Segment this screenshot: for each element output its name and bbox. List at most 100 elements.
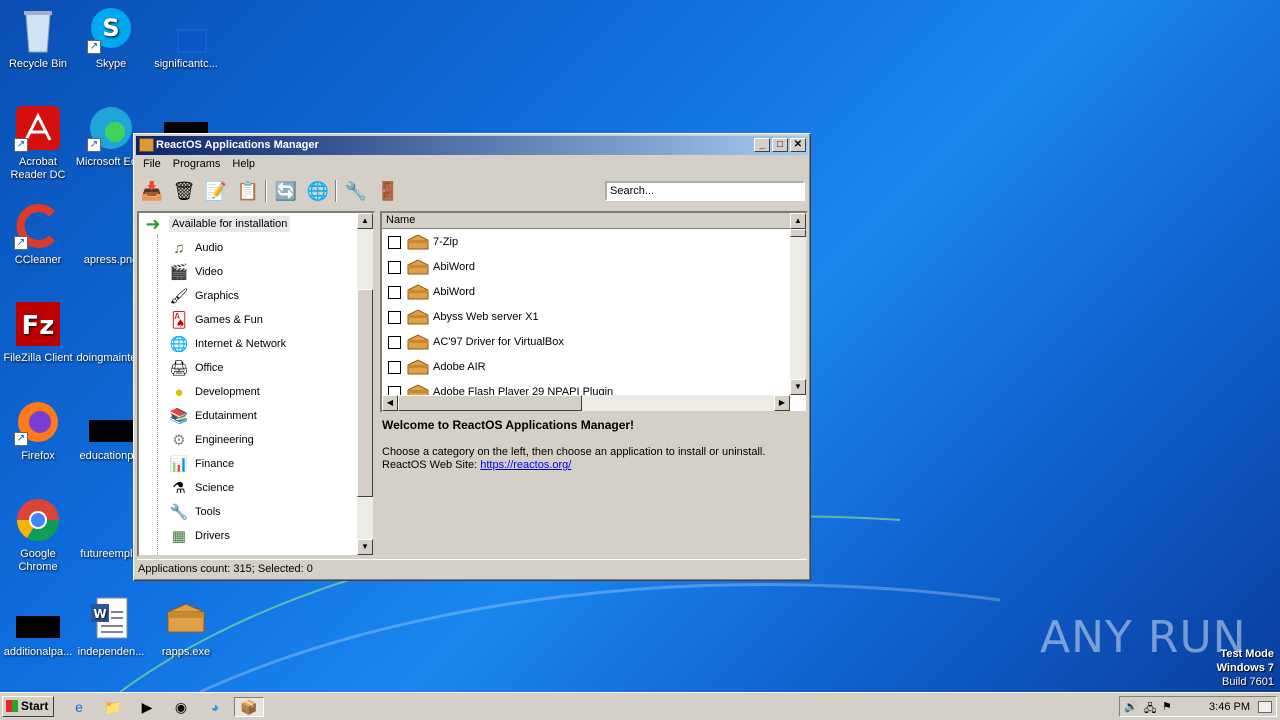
drivers-icon: ▦ xyxy=(171,528,187,545)
menu-file[interactable]: File xyxy=(137,156,167,174)
show-desktop-icon[interactable] xyxy=(1258,701,1272,713)
svg-text:Fz: Fz xyxy=(22,311,55,341)
list-item[interactable]: AbiWord xyxy=(388,281,475,303)
title-bar[interactable]: ReactOS Applications Manager _ □ ✕ xyxy=(136,136,808,155)
list-item[interactable]: 7-Zip xyxy=(388,231,458,253)
scroll-down-arrow-icon[interactable]: ▼ xyxy=(790,379,806,395)
tree-item-video[interactable]: 🎬 Video xyxy=(169,261,223,283)
flag-icon[interactable]: ⚑ xyxy=(1162,700,1172,713)
scroll-thumb[interactable] xyxy=(398,395,582,411)
package-icon xyxy=(162,594,210,642)
tree-item-office[interactable]: 🖨 Office xyxy=(169,357,223,379)
row-checkbox[interactable] xyxy=(388,335,401,349)
settings-icon[interactable]: 🔧 xyxy=(343,179,369,203)
scroll-right-arrow-icon[interactable]: ▶ xyxy=(774,395,790,411)
tree-item-tools[interactable]: 🔧 Tools xyxy=(169,501,221,523)
edge-taskbar-icon[interactable]: ◕ xyxy=(204,697,226,717)
row-checkbox[interactable] xyxy=(388,260,401,274)
tree-item-engineering[interactable]: ⚙ Engineering xyxy=(169,429,253,451)
row-checkbox[interactable] xyxy=(388,310,401,324)
row-checkbox[interactable] xyxy=(388,235,401,249)
green-arrow-icon: ➜ xyxy=(145,213,161,234)
list-item[interactable]: Adobe AIR xyxy=(388,356,486,378)
tree-item-drivers[interactable]: ▦ Drivers xyxy=(169,525,230,547)
close-button[interactable]: ✕ xyxy=(790,138,806,152)
row-checkbox[interactable] xyxy=(388,360,401,374)
exit-icon[interactable]: 🚪 xyxy=(375,179,401,203)
recycle-bin-icon xyxy=(14,6,62,54)
scroll-thumb[interactable] xyxy=(357,289,373,497)
tree-scrollbar[interactable]: ▲ ▼ xyxy=(357,213,373,555)
start-button[interactable]: Start xyxy=(2,696,54,717)
network-icon[interactable]: 🖧 xyxy=(1144,700,1156,719)
list-item[interactable]: Abyss Web server X1 xyxy=(388,306,539,328)
desktop-icon-rapps[interactable]: rapps.exe xyxy=(148,594,224,659)
minimize-button[interactable]: _ xyxy=(754,138,770,152)
anyrun-watermark: ANY RUN xyxy=(1040,612,1247,663)
tree-item-science[interactable]: ⚗ Science xyxy=(169,477,234,499)
modify-icon[interactable]: 📝 xyxy=(203,179,229,203)
clock[interactable]: 3:46 PM xyxy=(1209,701,1250,713)
check-all-icon[interactable]: 📋 xyxy=(235,179,261,203)
welcome-panel: Welcome to ReactOS Applications Manager!… xyxy=(382,418,802,472)
update-db-icon[interactable]: 🌐 xyxy=(305,179,331,203)
list-item[interactable]: AbiWord xyxy=(388,256,475,278)
tree-item-edutainment[interactable]: 📚 Edutainment xyxy=(169,405,257,427)
desktop-icon-ccleaner[interactable]: ↗ CCleaner xyxy=(0,202,76,267)
rapps-taskbar-button[interactable]: 📦 xyxy=(234,697,264,717)
tree-item-audio[interactable]: ♫ Audio xyxy=(169,237,223,259)
list-item[interactable]: AC'97 Driver for VirtualBox xyxy=(388,331,564,353)
scroll-up-arrow-icon[interactable]: ▲ xyxy=(790,213,806,229)
menu-help[interactable]: Help xyxy=(226,156,261,174)
desktop-icon-firefox[interactable]: ↗ Firefox xyxy=(0,398,76,463)
desktop-icon-additionalpa[interactable]: additionalpa... xyxy=(0,594,76,659)
chrome-taskbar-icon[interactable]: ◉ xyxy=(170,697,192,717)
ccleaner-icon: ↗ xyxy=(14,202,62,250)
ie-icon[interactable]: e xyxy=(68,697,90,717)
list-horizontal-scrollbar[interactable]: ◀ ▶ xyxy=(382,395,790,411)
desktop-icon-independen[interactable]: W independen... xyxy=(73,594,149,659)
reactos-link[interactable]: https://reactos.org/ xyxy=(480,459,571,471)
explorer-icon[interactable]: 📁 xyxy=(102,697,124,717)
cards-icon: 🂡 xyxy=(171,312,187,329)
tree-item-graphics[interactable]: 🖌 Graphics xyxy=(169,285,239,307)
filezilla-icon: Fz xyxy=(14,300,62,348)
desktop-icon-filezilla[interactable]: Fz FileZilla Client xyxy=(0,300,76,365)
uninstall-icon[interactable]: 🗑 xyxy=(171,179,197,203)
scroll-left-arrow-icon[interactable]: ◀ xyxy=(382,395,398,411)
desktop-icon-recycle-bin[interactable]: Recycle Bin xyxy=(0,6,76,71)
desktop-icon-skype[interactable]: S ↗ Skype xyxy=(73,6,149,71)
desktop-icon-chrome[interactable]: Google Chrome xyxy=(0,496,76,574)
column-header-name[interactable]: Name xyxy=(382,213,790,229)
desktop-icon-acrobat[interactable]: ↗ Acrobat Reader DC xyxy=(0,104,76,182)
desktop-icon-significantc[interactable]: significantc... xyxy=(148,6,224,71)
books-icon: 📚 xyxy=(169,408,189,425)
row-checkbox[interactable] xyxy=(388,285,401,299)
svg-text:W: W xyxy=(93,607,106,621)
media-player-icon[interactable]: ▶ xyxy=(136,697,158,717)
firefox-icon: ↗ xyxy=(14,398,62,446)
volume-icon[interactable]: 🔊 xyxy=(1124,700,1138,713)
tree-item-partial[interactable]: ◆ xyxy=(169,549,195,555)
refresh-icon[interactable]: 🔄 xyxy=(273,179,299,203)
scroll-thumb[interactable] xyxy=(790,229,806,237)
tree-item-internet[interactable]: 🌐 Internet & Network xyxy=(169,333,286,355)
windows-logo-icon xyxy=(6,700,18,712)
globe-icon: 🌐 xyxy=(169,336,189,353)
tree-item-finance[interactable]: 📊 Finance xyxy=(169,453,234,475)
tree-item-available[interactable]: ➜ Available for installation xyxy=(143,213,291,235)
office-icon: 🖨 xyxy=(169,360,189,377)
tree-item-games[interactable]: 🂡 Games & Fun xyxy=(169,309,263,331)
scroll-down-arrow-icon[interactable]: ▼ xyxy=(357,539,373,555)
word-document-icon: W xyxy=(87,594,135,642)
install-icon[interactable]: 📥 xyxy=(139,179,165,203)
scroll-up-arrow-icon[interactable]: ▲ xyxy=(357,213,373,229)
search-input[interactable] xyxy=(605,181,805,201)
tree-item-development[interactable]: ● Development xyxy=(169,381,259,403)
maximize-button[interactable]: □ xyxy=(772,138,788,152)
menu-programs[interactable]: Programs xyxy=(167,156,227,174)
website-line: ReactOS Web Site: https://reactos.org/ xyxy=(382,459,572,471)
finance-icon: 📊 xyxy=(169,456,189,473)
list-vertical-scrollbar[interactable]: ▲ ▼ xyxy=(790,213,806,395)
toolbar: 📥 🗑 📝 📋 🔄 🌐 🔧 🚪 xyxy=(137,176,807,206)
